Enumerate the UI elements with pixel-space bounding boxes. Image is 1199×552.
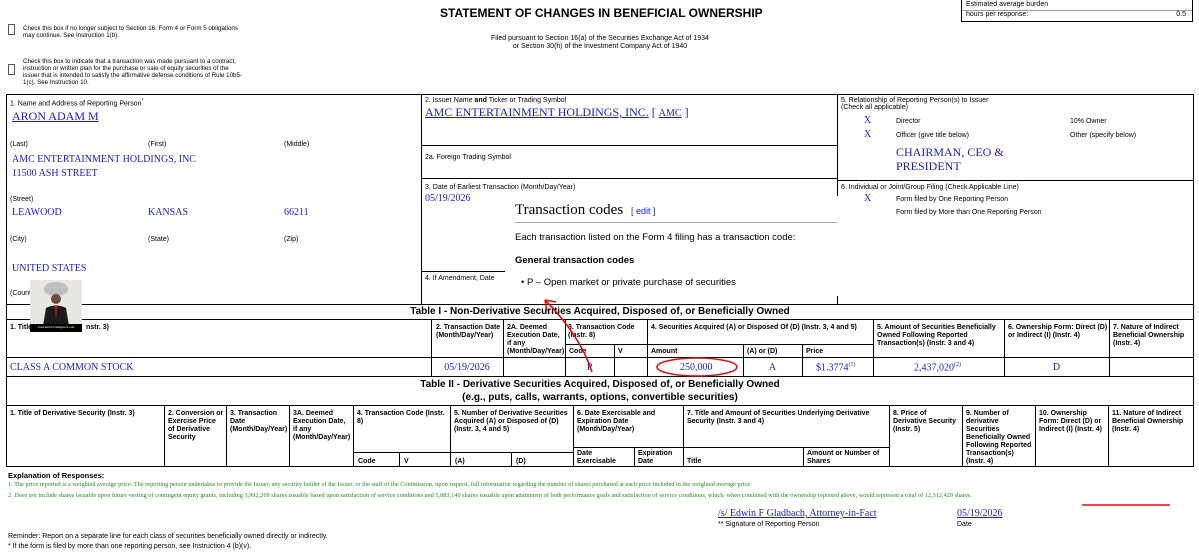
annotation-layer — [544, 299, 1170, 506]
annotation-circle-icon — [656, 357, 738, 377]
annotation-arrow-icon — [544, 299, 593, 373]
